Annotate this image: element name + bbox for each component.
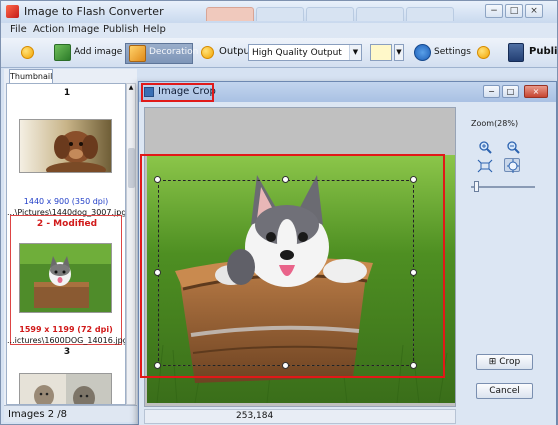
- crop-selection[interactable]: [158, 180, 414, 366]
- cat-photo-thumbnail: [20, 374, 111, 404]
- output-select-value: High Quality Output: [252, 48, 342, 58]
- crop-button-label: Crop: [499, 357, 521, 367]
- zoom-slider-thumb[interactable]: [473, 181, 479, 192]
- image-crop-dialog: Image Crop − □ × 253,184 Zoom(28%) ⊞ Cro…: [138, 81, 557, 425]
- menu-publish[interactable]: Publish: [103, 24, 139, 35]
- crop-canvas[interactable]: [140, 107, 456, 407]
- thumb-number: 1: [63, 88, 71, 98]
- thumb-info: 1599 x 1199 (72 dpi): [19, 325, 113, 334]
- app-window: Image to Flash Converter − □ × File Acti…: [0, 0, 558, 425]
- crop-handle-left[interactable]: [154, 269, 161, 276]
- husky-photo-thumbnail: [20, 244, 111, 312]
- step-3-icon: [477, 46, 490, 59]
- background-tab: [306, 7, 354, 21]
- app-logo-icon: [6, 5, 19, 18]
- background-tabs: [206, 7, 476, 21]
- add-image-icon[interactable]: [54, 44, 71, 61]
- thumb-number: 3: [63, 347, 71, 357]
- step-2-icon: [201, 46, 214, 59]
- settings-button[interactable]: Settings: [434, 47, 471, 57]
- title-highlight-box: [141, 83, 214, 102]
- dog-photo-thumbnail: [20, 120, 111, 172]
- add-image-button[interactable]: Add image: [74, 47, 122, 57]
- background-tab: [256, 7, 304, 21]
- crop-handle-right[interactable]: [410, 269, 417, 276]
- maximize-button[interactable]: □: [505, 4, 523, 18]
- decoration-label: Decoration: [149, 47, 199, 57]
- color-dropdown-button[interactable]: ▼: [394, 44, 404, 61]
- zoom-out-icon[interactable]: [505, 140, 521, 154]
- gear-icon[interactable]: [414, 44, 431, 61]
- menu-help[interactable]: Help: [143, 24, 166, 35]
- crop-handle-bottom-right[interactable]: [410, 362, 417, 369]
- crop-icon: ⊞: [488, 357, 497, 367]
- toolbar: Add image Decoration Output: High Qualit…: [1, 38, 558, 68]
- crop-handle-top-right[interactable]: [410, 176, 417, 183]
- zoom-in-icon[interactable]: [477, 140, 493, 154]
- menu-file[interactable]: File: [10, 24, 27, 35]
- status-bar: Images 2 /8: [4, 405, 137, 422]
- background-tab: [206, 7, 254, 21]
- zoom-panel: Zoom(28%) ⊞ Crop Cancel: [459, 107, 552, 407]
- decoration-button[interactable]: Decoration: [125, 43, 198, 64]
- crop-handle-bottom-left[interactable]: [154, 362, 161, 369]
- dialog-close-button[interactable]: ×: [524, 85, 548, 98]
- thumb-path: ...ictures\1600DOG_14016.jpg: [7, 336, 125, 345]
- publish-icon[interactable]: [508, 43, 524, 62]
- cursor-coordinates: 253,184: [236, 411, 274, 421]
- title-bar[interactable]: Image to Flash Converter − □ ×: [1, 1, 557, 23]
- actual-size-icon[interactable]: [504, 158, 520, 173]
- zoom-label: Zoom(28%): [471, 119, 519, 128]
- image-count-status: Images 2 /8: [8, 409, 67, 420]
- cancel-button[interactable]: Cancel: [476, 383, 533, 399]
- thumbnail-scrollbar[interactable]: ▲: [126, 83, 136, 405]
- background-tab: [406, 7, 454, 21]
- thumbnail-panel: Thumbnail 1 1440 x 900 (350 dpi) ...\Pic…: [4, 69, 137, 422]
- thumb-info: 1440 x 900 (350 dpi): [23, 197, 109, 206]
- minimize-button[interactable]: −: [485, 4, 503, 18]
- menu-image[interactable]: Image: [68, 24, 99, 35]
- menu-bar: File Action Image Publish Help: [1, 23, 557, 38]
- thumbnail-list[interactable]: 1 1440 x 900 (350 dpi) ...\Pictures\1440…: [6, 83, 126, 405]
- publish-button[interactable]: Publis: [529, 46, 558, 57]
- background-tab: [356, 7, 404, 21]
- thumbnail-image[interactable]: [19, 119, 112, 173]
- menu-action[interactable]: Action: [33, 24, 64, 35]
- coordinates-bar: 253,184: [144, 409, 456, 424]
- chevron-down-icon: ▼: [349, 45, 361, 60]
- crop-handle-top[interactable]: [282, 176, 289, 183]
- tab-thumbnail[interactable]: Thumbnail: [9, 69, 53, 83]
- thumbnail-image[interactable]: [19, 373, 112, 404]
- thumb-number: 2 - Modified: [36, 219, 98, 229]
- step-1-icon: [21, 46, 34, 59]
- crop-handle-bottom[interactable]: [282, 362, 289, 369]
- fit-to-window-icon[interactable]: [477, 159, 493, 173]
- scroll-up-icon[interactable]: ▲: [127, 84, 135, 93]
- close-button[interactable]: ×: [525, 4, 543, 18]
- scrollbar-thumb[interactable]: [128, 148, 135, 188]
- decoration-icon: [129, 45, 146, 62]
- dialog-minimize-button[interactable]: −: [483, 85, 500, 98]
- crop-handle-top-left[interactable]: [154, 176, 161, 183]
- crop-button[interactable]: ⊞ Crop: [476, 354, 533, 370]
- app-title: Image to Flash Converter: [24, 5, 164, 18]
- zoom-slider-track[interactable]: [471, 186, 535, 188]
- dialog-title-bar[interactable]: Image Crop − □ ×: [139, 82, 556, 102]
- color-swatch[interactable]: [370, 44, 392, 61]
- output-select[interactable]: High Quality Output ▼: [248, 44, 362, 61]
- thumbnail-image[interactable]: [19, 243, 112, 313]
- dialog-maximize-button[interactable]: □: [502, 85, 519, 98]
